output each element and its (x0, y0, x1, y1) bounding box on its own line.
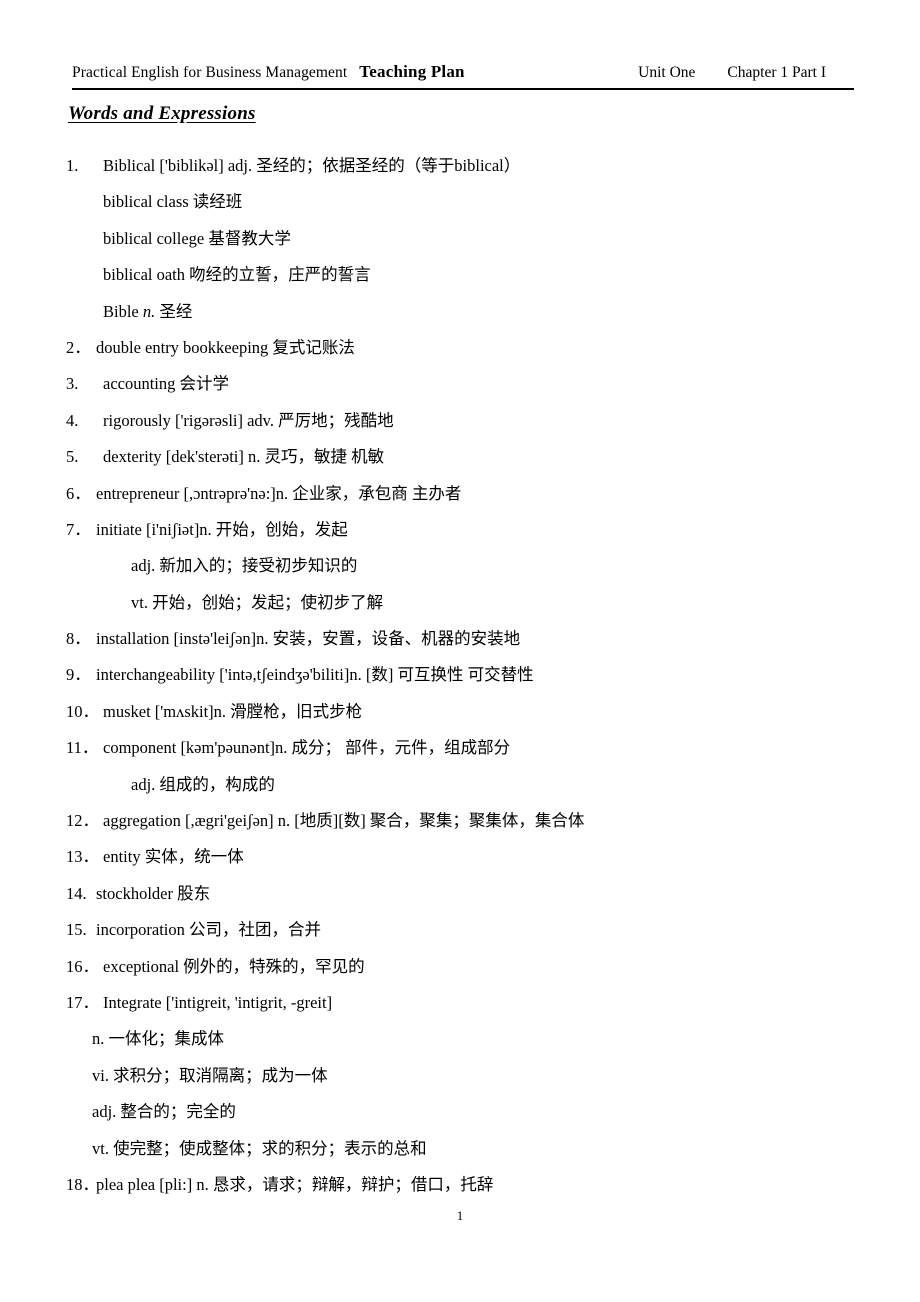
subline-text: adj. 组成的，构成的 (131, 774, 275, 794)
list-item-subline: n. 一体化；集成体 (0, 1021, 920, 1057)
subline-text: vi. 求积分；取消隔离；成为一体 (92, 1065, 328, 1085)
entry-text: installation [instə'leiʃən]n. 安装，安置，设备、机… (96, 629, 521, 649)
subline-text: vt. 开始，创始；发起；使初步了解 (131, 592, 384, 612)
list-item: 13． entity 实体，统一体 (0, 839, 920, 875)
subline-text: adj. 新加入的；接受初步知识的 (131, 556, 358, 576)
subline-text: vt. 使完整；使成整体；求的积分；表示的总和 (92, 1138, 427, 1158)
list-item-subline: adj. 新加入的；接受初步知识的 (0, 548, 920, 584)
entry-text: incorporation 公司，社团，合并 (96, 920, 322, 940)
entry-number: 11． (66, 738, 99, 758)
header-document-title: Teaching Plan (359, 62, 465, 81)
list-item: 18． plea plea [pli:] n. 恳求，请求；辩解，辩护；借口，托… (0, 1167, 920, 1203)
entry-text: exceptional 例外的，特殊的，罕见的 (103, 956, 365, 976)
list-item-subline: adj. 整合的；完全的 (0, 1094, 920, 1130)
list-item: 1. Biblical ['biblikəl] adj. 圣经的；依据圣经的（等… (0, 148, 920, 184)
list-item-subline: vi. 求积分；取消隔离；成为一体 (0, 1058, 920, 1094)
list-item: 3. accounting 会计学 (0, 366, 920, 402)
entry-number: 7． (66, 519, 91, 539)
entry-text: component [kəm'pəunənt]n. 成分； 部件，元件，组成部分 (103, 738, 511, 758)
header-unit-label: Unit One (638, 64, 696, 81)
list-item-subline: vt. 开始，创始；发起；使初步了解 (0, 585, 920, 621)
entry-number: 4. (66, 410, 79, 430)
list-item: 15. incorporation 公司，社团，合并 (0, 912, 920, 948)
entry-text: accounting 会计学 (103, 374, 230, 394)
section-heading-words-and-expressions: Words and Expressions (68, 103, 256, 124)
header-course-title: Practical English for Business Managemen… (72, 64, 348, 81)
list-item-subline: biblical class 读经班 (0, 184, 920, 220)
entry-number: 1. (66, 156, 79, 175)
entry-text: musket ['mʌskit]n. 滑膛枪，旧式步枪 (103, 701, 363, 721)
subline-text: n. 一体化；集成体 (92, 1029, 224, 1049)
list-item: 2． double entry bookkeeping 复式记账法 (0, 330, 920, 366)
list-item: 6． entrepreneur [,ɔntrəprə'nə:]n. 企业家，承包… (0, 476, 920, 512)
subline-text: adj. 整合的；完全的 (92, 1102, 236, 1122)
list-item: 11． component [kəm'pəunənt]n. 成分； 部件，元件，… (0, 730, 920, 766)
list-item: 9． interchangeability ['intə,tʃeindʒə'bi… (0, 657, 920, 693)
vocabulary-list: 1. Biblical ['biblikəl] adj. 圣经的；依据圣经的（等… (0, 148, 920, 1203)
entry-number: 3. (66, 374, 79, 394)
subline-bible-suffix: 圣经 (155, 301, 193, 321)
list-item: 14. stockholder 股东 (0, 876, 920, 912)
list-item-subline: Bible n. 圣经 (0, 294, 920, 330)
entry-text: initiate [i'niʃiət]n. 开始，创始，发起 (96, 519, 348, 539)
list-item: 7． initiate [i'niʃiət]n. 开始，创始，发起 (0, 512, 920, 548)
entry-text: Biblical ['biblikəl] adj. 圣经的；依据圣经的（等于bi… (103, 156, 521, 175)
list-item: 12． aggregation [,ægri'geiʃən] n. [地质][数… (0, 803, 920, 839)
entry-text: aggregation [,ægri'geiʃən] n. [地质][数] 聚合… (103, 811, 585, 831)
entry-number: 13． (66, 847, 99, 867)
subline-bible-prefix: Bible (103, 301, 143, 321)
entry-text: entity 实体，统一体 (103, 847, 244, 867)
list-item: 16． exceptional 例外的，特殊的，罕见的 (0, 949, 920, 985)
entry-text: rigorously ['rigərəsli] adv. 严厉地；残酷地 (103, 410, 394, 430)
entry-text: double entry bookkeeping 复式记账法 (96, 337, 355, 357)
entry-text: interchangeability ['intə,tʃeindʒə'bilit… (96, 665, 534, 685)
list-item: 4. rigorously ['rigərəsli] adv. 严厉地；残酷地 (0, 403, 920, 439)
entry-number: 2． (66, 337, 91, 357)
list-item-subline: biblical oath 吻经的立誓，庄严的誓言 (0, 257, 920, 293)
entry-number: 10． (66, 701, 99, 721)
entry-number: 16． (66, 956, 99, 976)
header-divider-rule (72, 88, 854, 90)
list-item: 10． musket ['mʌskit]n. 滑膛枪，旧式步枪 (0, 694, 920, 730)
entry-number: 8． (66, 629, 91, 649)
list-item: 8． installation [instə'leiʃən]n. 安装，安置，设… (0, 621, 920, 657)
entry-number: 12． (66, 811, 99, 831)
subline-text: biblical college 基督教大学 (103, 228, 291, 248)
entry-text: entrepreneur [,ɔntrəprə'nə:]n. 企业家，承包商 主… (96, 483, 462, 503)
document-page: Practical English for Business Managemen… (0, 0, 920, 1302)
list-item-subline: adj. 组成的，构成的 (0, 767, 920, 803)
entry-text: dexterity [dek'sterəti] n. 灵巧，敏捷 机敏 (103, 447, 385, 467)
entry-text: stockholder 股东 (96, 883, 211, 903)
list-item-subline: vt. 使完整；使成整体；求的积分；表示的总和 (0, 1131, 920, 1167)
entry-text: plea plea [pli:] n. 恳求，请求；辩解，辩护；借口，托辞 (96, 1174, 494, 1194)
entry-number: 9． (66, 665, 91, 685)
subline-text: biblical class 读经班 (103, 192, 243, 212)
entry-text: Integrate ['intigreit, 'intigrit, -greit… (103, 992, 333, 1012)
list-item-subline: biblical college 基督教大学 (0, 221, 920, 257)
entry-number: 14. (66, 883, 87, 903)
entry-number: 15. (66, 920, 87, 940)
entry-number: 5. (66, 447, 79, 467)
entry-number: 18． (66, 1174, 99, 1194)
list-item: 17． Integrate ['intigreit, 'intigrit, -g… (0, 985, 920, 1021)
running-header: Practical English for Business Managemen… (72, 62, 854, 88)
entry-number: 6． (66, 483, 91, 503)
subline-bible-pos: n. (142, 301, 156, 321)
entry-number: 17． (66, 992, 99, 1012)
subline-text: biblical oath 吻经的立誓，庄严的誓言 (103, 265, 371, 285)
page-number: 1 (456, 1208, 464, 1223)
subline-bible: Bible n. 圣经 (103, 294, 192, 330)
list-item: 5. dexterity [dek'sterəti] n. 灵巧，敏捷 机敏 (0, 439, 920, 475)
header-chapter-label: Chapter 1 Part I (727, 64, 826, 81)
